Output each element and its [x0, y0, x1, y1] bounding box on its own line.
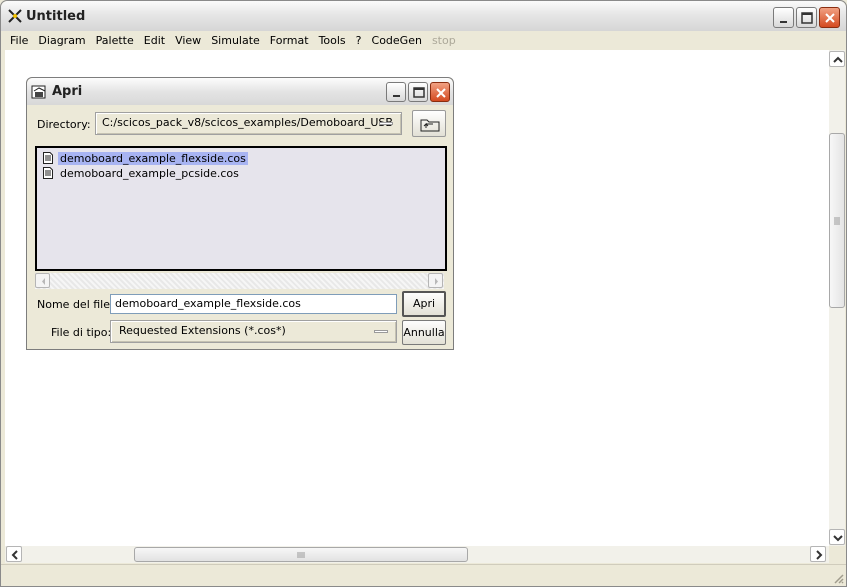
menu-file[interactable]: File [5, 31, 33, 50]
grip-icon [834, 217, 840, 225]
list-item[interactable]: demoboard_example_pcside.cos [43, 166, 241, 180]
filename-input[interactable]: demoboard_example_flexside.cos [110, 294, 397, 314]
horizontal-scroll-thumb[interactable] [134, 547, 468, 562]
menu-diagram[interactable]: Diagram [33, 31, 90, 50]
status-bar [1, 564, 846, 586]
main-window: Untitled File Diagram Palette Edit View … [0, 0, 847, 587]
folder-up-icon [420, 119, 440, 132]
file-name: demoboard_example_pcside.cos [60, 166, 239, 180]
dialog-maximize-button[interactable] [408, 82, 428, 102]
chevron-up-icon [833, 56, 843, 63]
scroll-left-button[interactable] [6, 546, 22, 562]
dialog-title-bar[interactable]: Apri [27, 78, 453, 105]
file-name: demoboard_example_flexside.cos [58, 151, 248, 165]
parent-directory-button[interactable] [412, 110, 446, 137]
directory-label: Directory: [37, 118, 91, 131]
list-scroll-left-button[interactable] [35, 273, 50, 288]
vertical-scroll-thumb[interactable] [829, 133, 845, 308]
filetype-combo[interactable]: Requested Extensions (*.cos*) [110, 320, 397, 343]
open-button[interactable]: Apri [402, 291, 446, 317]
filetype-value: Requested Extensions (*.cos*) [119, 324, 286, 337]
close-icon [436, 88, 446, 98]
menu-simulate[interactable]: Simulate [206, 31, 265, 50]
dialog-close-button[interactable] [430, 82, 450, 102]
minimize-icon [780, 21, 787, 23]
menu-palette[interactable]: Palette [91, 31, 139, 50]
window-title: Untitled [26, 9, 86, 24]
directory-value: C:/scicos_pack_v8/scicos_examples/Demobo… [102, 116, 393, 129]
document-icon [43, 152, 53, 164]
scicos-app-icon [8, 9, 22, 23]
menu-edit[interactable]: Edit [139, 31, 170, 50]
dialog-title: Apri [52, 84, 83, 99]
menu-tools[interactable]: Tools [314, 31, 351, 50]
maximize-button[interactable] [796, 7, 817, 28]
menu-stop: stop [431, 34, 456, 47]
filename-label: Nome del file: [37, 298, 114, 311]
scroll-up-button[interactable] [829, 51, 845, 67]
menu-view[interactable]: View [170, 31, 206, 50]
close-icon [825, 13, 835, 23]
title-bar[interactable]: Untitled [1, 1, 846, 31]
minimize-button[interactable] [773, 7, 794, 28]
maximize-icon [801, 12, 813, 24]
filetype-label: File di tipo: [51, 326, 112, 339]
menu-format[interactable]: Format [265, 31, 314, 50]
vertical-scrollbar[interactable] [829, 50, 845, 546]
scroll-right-button[interactable] [810, 546, 826, 562]
file-list[interactable]: demoboard_example_flexside.cos demoboard… [35, 146, 447, 271]
chevron-left-icon [42, 278, 45, 285]
maximize-icon [413, 87, 425, 98]
dropdown-indicator-icon [379, 122, 393, 125]
file-list-horizontal-scrollbar[interactable] [35, 273, 444, 289]
chevron-down-icon [833, 535, 843, 542]
resize-grip-icon[interactable] [832, 572, 844, 584]
minimize-icon [393, 95, 400, 97]
document-icon [43, 167, 53, 179]
menu-help[interactable]: ? [351, 31, 367, 50]
directory-combo[interactable]: C:/scicos_pack_v8/scicos_examples/Demobo… [95, 112, 402, 135]
open-folder-icon [31, 85, 46, 99]
dialog-minimize-button[interactable] [386, 82, 406, 102]
open-file-dialog: Apri Directory: C:/scicos_pack_v8/scicos… [26, 77, 454, 350]
scroll-down-button[interactable] [829, 529, 845, 545]
menu-codegen[interactable]: CodeGen [367, 31, 427, 50]
close-button[interactable] [819, 7, 840, 28]
list-item[interactable]: demoboard_example_flexside.cos [43, 151, 248, 165]
chevron-right-icon [435, 278, 438, 285]
dropdown-indicator-icon [374, 330, 388, 333]
chevron-right-icon [816, 550, 823, 560]
menu-bar: File Diagram Palette Edit View Simulate … [1, 31, 846, 50]
horizontal-scrollbar[interactable] [5, 546, 829, 563]
cancel-button[interactable]: Annulla [402, 320, 446, 345]
list-scroll-right-button[interactable] [428, 273, 443, 288]
grip-icon [297, 552, 305, 558]
chevron-left-icon [11, 550, 18, 560]
